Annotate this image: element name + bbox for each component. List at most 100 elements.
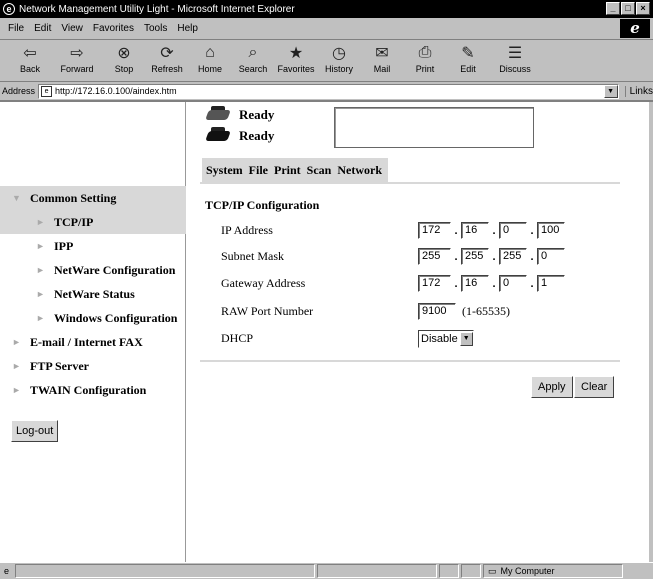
bullet-arrow-icon: ►	[36, 313, 45, 323]
gateway-octet-3[interactable]: 0	[499, 275, 527, 292]
address-dropdown-icon[interactable]: ▼	[603, 84, 618, 98]
tab-file[interactable]: File	[249, 163, 268, 178]
subnet-mask-group: 255 . 255 . 255 . 0	[418, 248, 565, 265]
logout-button[interactable]: Log-out	[11, 420, 59, 442]
bullet-arrow-icon: ►	[36, 217, 45, 227]
bullet-arrow-icon: ►	[36, 289, 45, 299]
gateway-octet-1[interactable]: 172	[418, 275, 451, 292]
stop-icon: ⊗	[117, 45, 131, 62]
edit-icon: ✎	[461, 45, 475, 62]
window-title: Network Management Utility Light - Micro…	[19, 3, 295, 15]
ie-app-icon: e	[3, 3, 15, 15]
status-cell	[317, 564, 438, 578]
nav-email-internet-fax[interactable]: ► E-mail / Internet FAX	[0, 330, 186, 354]
nav-common-setting[interactable]: ▼ Common Setting	[0, 186, 186, 210]
gateway-octet-2[interactable]: 16	[461, 275, 489, 292]
back-button[interactable]: ⇦ Back	[10, 42, 50, 74]
mask-octet-1[interactable]: 255	[418, 248, 451, 265]
ip-address-group: 172 . 16 . 0 . 100	[418, 222, 565, 239]
dhcp-group: Disable ▼	[418, 330, 474, 348]
tab-scan[interactable]: Scan	[307, 163, 332, 178]
maximize-button[interactable]: □	[621, 2, 635, 15]
address-bar: Address e http://172.16.0.100/aindex.htm…	[0, 82, 653, 101]
nav-netware-configuration[interactable]: ► NetWare Configuration	[0, 258, 186, 282]
menu-help[interactable]: Help	[177, 23, 198, 34]
status-cell	[461, 564, 482, 578]
menu-favorites[interactable]: Favorites	[93, 23, 134, 34]
bullet-arrow-icon: ►	[36, 241, 45, 251]
discuss-button[interactable]: ☰ Discuss	[491, 42, 539, 74]
ip-octet-1[interactable]: 172	[418, 222, 451, 239]
stop-button[interactable]: ⊗ Stop	[104, 42, 144, 74]
print-button[interactable]: ⎙ Print	[405, 42, 445, 74]
history-button[interactable]: ◷ History	[319, 42, 359, 74]
gateway-octet-4[interactable]: 1	[537, 275, 565, 292]
security-zone: ▭ My Computer	[483, 564, 624, 578]
dhcp-select[interactable]: Disable ▼	[418, 330, 474, 348]
search-icon: ⌕	[248, 44, 258, 61]
status-cell	[439, 564, 460, 578]
ip-octet-2[interactable]: 16	[461, 222, 489, 239]
printer-icon	[205, 106, 231, 124]
ie-logo-icon: e	[620, 19, 650, 38]
expand-arrow-icon: ►	[12, 361, 21, 371]
scanner-status: Ready	[205, 127, 274, 145]
address-url: http://172.16.0.100/aindex.htm	[55, 86, 177, 96]
title-bar: e Network Management Utility Light - Mic…	[0, 0, 653, 18]
tab-system[interactable]: System	[206, 163, 243, 178]
raw-port-input[interactable]: 9100	[418, 303, 456, 320]
ip-address-label: IP Address	[221, 223, 273, 237]
raw-port-label: RAW Port Number	[221, 304, 314, 318]
menu-tools[interactable]: Tools	[144, 23, 167, 34]
mail-icon: ✉	[375, 45, 389, 62]
home-button[interactable]: ⌂ Home	[190, 42, 230, 74]
gateway-address-label: Gateway Address	[221, 276, 306, 290]
nav-tcpip[interactable]: ► TCP/IP	[0, 210, 186, 234]
nav-netware-status[interactable]: ► NetWare Status	[0, 282, 186, 306]
status-page-icon: e	[4, 566, 10, 576]
mask-octet-4[interactable]: 0	[537, 248, 565, 265]
mask-octet-2[interactable]: 255	[461, 248, 489, 265]
expand-arrow-icon: ►	[12, 337, 21, 347]
mail-button[interactable]: ✉ Mail	[362, 42, 402, 74]
nav-windows-configuration[interactable]: ► Windows Configuration	[0, 306, 186, 330]
favorites-button[interactable]: ★ Favorites	[276, 42, 316, 74]
nav-ipp[interactable]: ► IPP	[0, 234, 186, 258]
subnet-mask-label: Subnet Mask	[221, 249, 284, 263]
menu-edit[interactable]: Edit	[34, 23, 51, 34]
mask-octet-3[interactable]: 255	[499, 248, 527, 265]
apply-button[interactable]: Apply	[531, 376, 573, 398]
close-button[interactable]: ×	[636, 2, 650, 15]
ip-octet-3[interactable]: 0	[499, 222, 527, 239]
clear-button[interactable]: Clear	[574, 376, 615, 398]
menu-view[interactable]: View	[61, 23, 83, 34]
raw-port-group: 9100 (1-65535)	[418, 303, 510, 320]
refresh-button[interactable]: ⟳ Refresh	[147, 42, 187, 74]
tab-print[interactable]: Print	[274, 163, 301, 178]
nav-ftp-server[interactable]: ► FTP Server	[0, 354, 186, 378]
nav-twain-configuration[interactable]: ► TWAIN Configuration	[0, 378, 186, 402]
left-nav: ▼ Common Setting ► TCP/IP ► IPP ► NetWar…	[0, 102, 186, 562]
back-arrow-icon: ⇦	[23, 45, 37, 62]
forward-arrow-icon: ⇨	[70, 45, 84, 62]
computer-icon: ▭	[488, 565, 497, 576]
menu-file[interactable]: File	[8, 23, 24, 34]
dropdown-arrow-icon: ▼	[459, 332, 473, 346]
address-input[interactable]: e http://172.16.0.100/aindex.htm ▼	[38, 83, 619, 99]
forward-button[interactable]: ⇨ Forward	[53, 42, 101, 74]
raw-port-range: (1-65535)	[462, 304, 510, 318]
section-title: TCP/IP Configuration	[205, 198, 320, 212]
minimize-button[interactable]: _	[606, 2, 620, 15]
tab-network[interactable]: Network	[337, 163, 382, 178]
expand-arrow-icon: ►	[12, 385, 21, 395]
edit-button[interactable]: ✎ Edit	[448, 42, 488, 74]
links-button[interactable]: Links	[624, 85, 653, 97]
favorites-icon: ★	[288, 45, 304, 62]
search-button[interactable]: ⌕ Search	[233, 42, 273, 74]
gateway-address-group: 172 . 16 . 0 . 1	[418, 275, 565, 292]
ip-octet-4[interactable]: 100	[537, 222, 565, 239]
menu-bar: File Edit View Favorites Tools Help e	[0, 18, 653, 40]
home-icon: ⌂	[205, 44, 215, 61]
print-icon: ⎙	[418, 44, 432, 61]
printer-status: Ready	[205, 106, 274, 124]
